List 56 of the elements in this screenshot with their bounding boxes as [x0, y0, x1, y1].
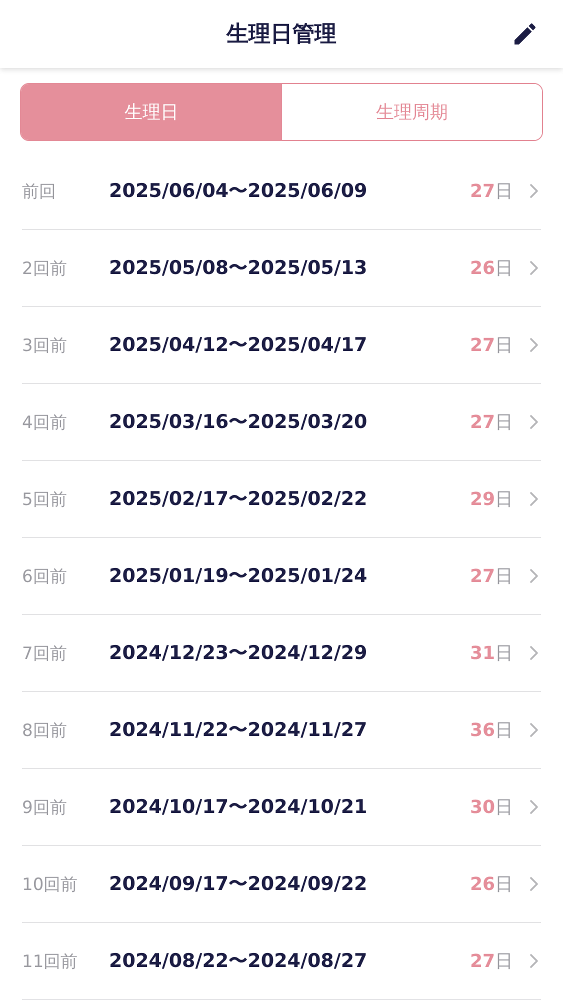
days-unit: 日: [495, 565, 513, 588]
chevron-icon[interactable]: [529, 491, 539, 507]
cycle-label: 6回前: [22, 566, 68, 588]
cycle-label: 9回前: [22, 796, 68, 818]
cycle-label: 2回前: [22, 258, 68, 280]
cycle-days: 26: [470, 874, 495, 894]
chevron-icon[interactable]: [529, 876, 539, 892]
cycle-label: 4回前: [22, 412, 68, 434]
cycle-days: 27: [470, 566, 495, 586]
cycle-label: 5回前: [22, 488, 68, 510]
chevron-icon[interactable]: [529, 568, 539, 584]
date-range[interactable]: 2025/02/17〜2025/02/22: [109, 486, 470, 512]
date-range[interactable]: 2025/01/19〜2025/01/24: [109, 563, 470, 589]
days-unit: 日: [495, 257, 513, 280]
date-range[interactable]: 2024/12/23〜2024/12/29: [109, 640, 470, 666]
chevron-icon[interactable]: [529, 953, 539, 969]
cycle-days: 30: [470, 796, 495, 818]
days-unit: 日: [495, 719, 513, 742]
date-range[interactable]: 2024/09/17〜2024/09/22: [109, 871, 470, 897]
cycle-days: 27: [470, 412, 495, 432]
cycle-label: 8回前: [22, 720, 68, 742]
cycle-days: 27: [470, 950, 495, 972]
cycle-days: 27: [470, 180, 495, 202]
cycle-label: 3回前: [22, 334, 68, 356]
days-unit: 日: [495, 488, 513, 511]
days-unit: 日: [495, 642, 513, 665]
date-range[interactable]: 2024/08/22〜2024/08/27: [109, 948, 470, 974]
cycle-label: 前回: [22, 180, 57, 202]
chevron-icon[interactable]: [529, 183, 539, 199]
days-unit: 日: [495, 950, 513, 973]
date-range[interactable]: 2024/10/17〜2024/10/21: [109, 794, 470, 820]
date-range[interactable]: 2025/05/08〜2025/05/13: [109, 255, 470, 281]
cycle-days: 29: [470, 488, 495, 510]
cycle-label: 7回前: [22, 642, 68, 664]
date-range[interactable]: 2024/11/22〜2024/11/27: [109, 717, 470, 743]
days-unit: 日: [495, 873, 513, 896]
date-range[interactable]: 2025/04/12〜2025/04/17: [109, 332, 470, 358]
chevron-icon[interactable]: [529, 645, 539, 661]
days-unit: 日: [495, 796, 513, 819]
cycle-days: 36: [470, 720, 495, 740]
cycle-label: 11回前: [22, 950, 79, 972]
days-unit: 日: [495, 334, 513, 357]
chevron-icon[interactable]: [529, 337, 539, 353]
days-unit: 日: [495, 180, 513, 203]
chevron-icon[interactable]: [529, 799, 539, 815]
chevron-icon[interactable]: [529, 260, 539, 276]
screen-title: 生理日管理: [226, 21, 336, 49]
cycle-days: 31: [470, 642, 495, 664]
date-range[interactable]: 2025/06/04〜2025/06/09: [109, 178, 470, 204]
cycle-label: 10回前: [22, 874, 79, 896]
date-range[interactable]: 2025/03/16〜2025/03/20: [109, 409, 470, 435]
cycle-days: 26: [470, 258, 495, 278]
chevron-icon[interactable]: [529, 722, 539, 738]
cycle-days: 27: [470, 334, 495, 356]
days-unit: 日: [495, 411, 513, 434]
chevron-icon[interactable]: [529, 414, 539, 430]
